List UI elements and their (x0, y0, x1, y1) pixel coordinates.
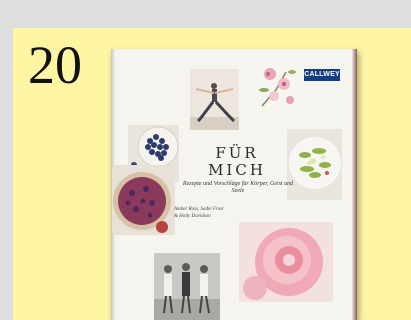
book-title: FÜR MICH (187, 145, 287, 179)
berry-tart-photo (112, 165, 175, 235)
book-subtitle: Rezepte und Vorschläge für Körper, Geist… (182, 181, 294, 194)
women-walking-photo (154, 253, 220, 320)
rank-number: 20 (28, 35, 82, 95)
authors-line2: & Holly Davidson (174, 214, 211, 219)
peony-photo (239, 222, 333, 302)
book-cover[interactable]: CALLWEY FÜR MICH Rezepte und Vorschläge … (111, 49, 357, 320)
yoga-photo (190, 69, 239, 130)
publisher-logo: CALLWEY (304, 69, 340, 81)
book-authors: Amber Ross, Sadie Frost & Holly Davidson (174, 206, 254, 220)
authors-line1: Amber Ross, Sadie Frost (174, 207, 224, 212)
blossom-photo (256, 62, 298, 112)
book-title-line2: MICH (208, 161, 266, 179)
book-title-line1: FÜR (215, 144, 259, 162)
book-edge (352, 49, 357, 320)
